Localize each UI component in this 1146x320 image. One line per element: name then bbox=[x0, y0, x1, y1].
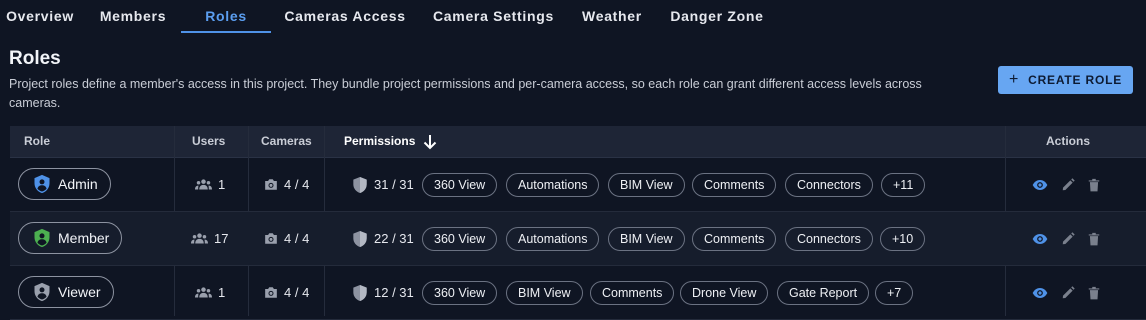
role-chip-viewer[interactable]: Viewer bbox=[18, 276, 114, 308]
tab-camera-settings[interactable]: Camera Settings bbox=[430, 0, 557, 33]
permission-chip: Comments bbox=[692, 227, 777, 251]
header-cameras: Cameras bbox=[261, 134, 312, 148]
permissions-count-cell: 12 / 31 bbox=[352, 266, 414, 319]
permissions-count: 12 / 31 bbox=[374, 285, 414, 300]
group-icon bbox=[195, 287, 212, 298]
permission-chip: Connectors bbox=[785, 227, 873, 251]
permission-chip: 360 View bbox=[422, 227, 498, 251]
camera-icon bbox=[265, 179, 277, 190]
role-chip-member[interactable]: Member bbox=[18, 222, 123, 254]
eye-icon[interactable] bbox=[1032, 179, 1048, 191]
trash-icon[interactable] bbox=[1088, 232, 1100, 246]
pencil-icon[interactable] bbox=[1061, 231, 1075, 246]
users-cell: 1 bbox=[195, 266, 225, 319]
active-tab-indicator bbox=[181, 31, 271, 33]
more-permissions-chip[interactable]: +7 bbox=[875, 281, 914, 305]
header-actions: Actions bbox=[1046, 134, 1091, 148]
permission-chip: Comments bbox=[590, 281, 675, 305]
tab-overview[interactable]: Overview bbox=[6, 0, 74, 33]
permissions-count-cell: 22 / 31 bbox=[352, 212, 414, 265]
role-chip-admin[interactable]: Admin bbox=[18, 168, 111, 200]
cameras-cell: 4 / 4 bbox=[264, 212, 309, 265]
shield-icon bbox=[353, 284, 367, 301]
create-role-label: CREATE ROLE bbox=[1028, 73, 1123, 87]
eye-icon[interactable] bbox=[1032, 233, 1048, 245]
group-icon bbox=[191, 233, 208, 244]
permission-chip: 360 View bbox=[422, 281, 498, 305]
more-permissions-chip[interactable]: +10 bbox=[880, 227, 926, 251]
role-name: Viewer bbox=[58, 284, 101, 300]
row-actions bbox=[1032, 266, 1100, 319]
create-role-button[interactable]: + CREATE ROLE bbox=[998, 66, 1133, 94]
tab-weather[interactable]: Weather bbox=[580, 0, 644, 33]
permissions-count-cell: 31 / 31 bbox=[352, 158, 414, 211]
table-row: Viewer 1 4 / 4 12 / 31 360 View BIM View… bbox=[10, 266, 1146, 320]
page-title: Roles bbox=[9, 48, 61, 69]
roles-table: Role Users Cameras Permissions Actions A… bbox=[10, 126, 1146, 320]
eye-icon[interactable] bbox=[1032, 287, 1048, 299]
camera-icon bbox=[265, 233, 277, 244]
shield-icon bbox=[353, 230, 367, 247]
permission-chip: BIM View bbox=[608, 173, 685, 197]
page-description: Project roles define a member's access i… bbox=[9, 77, 922, 110]
camera-icon bbox=[265, 287, 277, 298]
tab-members[interactable]: Members bbox=[97, 0, 169, 33]
permission-chip: 360 View bbox=[422, 173, 498, 197]
row-actions bbox=[1032, 158, 1100, 211]
table-header: Role Users Cameras Permissions Actions bbox=[10, 126, 1146, 158]
users-cell: 17 bbox=[191, 212, 228, 265]
users-count: 1 bbox=[218, 177, 226, 192]
users-cell: 1 bbox=[195, 158, 225, 211]
arrow-down-icon[interactable] bbox=[421, 133, 439, 151]
header-users: Users bbox=[192, 134, 226, 148]
users-count: 1 bbox=[218, 285, 226, 300]
group-icon bbox=[195, 179, 212, 190]
row-actions bbox=[1032, 212, 1100, 265]
tab-cameras-access[interactable]: Cameras Access bbox=[282, 0, 408, 33]
shield-user-icon bbox=[34, 228, 50, 248]
shield-user-icon bbox=[34, 282, 50, 302]
role-name: Admin bbox=[58, 176, 98, 192]
tab-bar: Overview Members Roles Cameras Access Ca… bbox=[0, 0, 1146, 34]
cameras-cell: 4 / 4 bbox=[264, 158, 309, 211]
tab-roles[interactable]: Roles bbox=[181, 0, 271, 33]
permission-chip: Connectors bbox=[785, 173, 873, 197]
permission-chip: BIM View bbox=[608, 227, 685, 251]
pencil-icon[interactable] bbox=[1061, 285, 1075, 300]
permission-chip: Automations bbox=[506, 227, 600, 251]
table-row: Admin 1 4 / 4 31 / 31 360 View Automatio… bbox=[10, 158, 1146, 212]
role-name: Member bbox=[58, 230, 110, 246]
permission-chip: Drone View bbox=[680, 281, 769, 305]
pencil-icon[interactable] bbox=[1061, 177, 1075, 192]
tab-danger-zone[interactable]: Danger Zone bbox=[669, 0, 765, 33]
permission-chip: Comments bbox=[692, 173, 777, 197]
header-role: Role bbox=[24, 134, 51, 148]
trash-icon[interactable] bbox=[1088, 286, 1100, 300]
permissions-count: 31 / 31 bbox=[374, 177, 414, 192]
cameras-count: 4 / 4 bbox=[284, 231, 310, 246]
cameras-count: 4 / 4 bbox=[284, 285, 310, 300]
permissions-count: 22 / 31 bbox=[374, 231, 414, 246]
permission-chip: BIM View bbox=[506, 281, 583, 305]
permission-chip: Automations bbox=[506, 173, 600, 197]
users-count: 17 bbox=[214, 231, 229, 246]
table-row: Member 17 4 / 4 22 / 31 360 View Automat… bbox=[10, 212, 1146, 266]
cameras-cell: 4 / 4 bbox=[264, 266, 309, 319]
shield-user-icon bbox=[34, 174, 50, 194]
permission-chip: Gate Report bbox=[777, 281, 870, 305]
shield-icon bbox=[353, 176, 367, 193]
plus-icon: + bbox=[1008, 71, 1020, 88]
more-permissions-chip[interactable]: +11 bbox=[881, 173, 926, 197]
trash-icon[interactable] bbox=[1088, 178, 1100, 192]
cameras-count: 4 / 4 bbox=[284, 177, 310, 192]
header-permissions[interactable]: Permissions bbox=[344, 126, 415, 157]
